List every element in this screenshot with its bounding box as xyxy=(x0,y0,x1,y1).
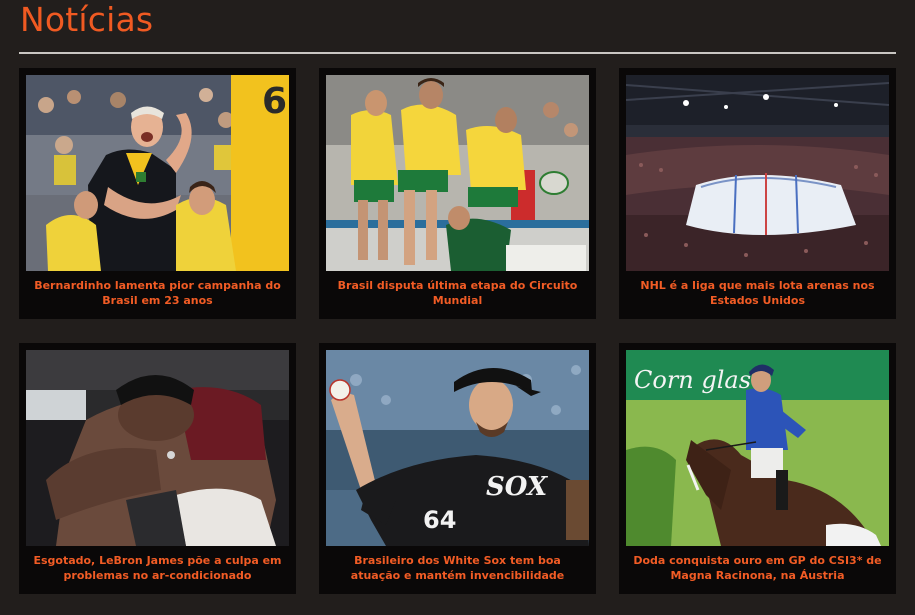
news-headline-link[interactable]: Esgotado, LeBron James põe a culpa em pr… xyxy=(26,553,289,583)
news-headline-link[interactable]: Brasileiro dos White Sox tem boa atuação… xyxy=(326,553,589,583)
hockey-arena-photo[interactable] xyxy=(626,75,889,271)
svg-text:6: 6 xyxy=(262,81,287,122)
news-headline-link[interactable]: Doda conquista ouro em GP do CSI3* de Ma… xyxy=(626,553,889,583)
news-card[interactable]: Brasil disputa última etapa do Circuito … xyxy=(319,68,596,319)
show-jumping-photo[interactable]: Corn glas xyxy=(626,350,889,546)
basketball-player-photo[interactable] xyxy=(26,350,289,546)
sponsor-banner: Corn glas xyxy=(634,366,751,394)
section-title: Notícias xyxy=(20,0,154,39)
jersey-number: 64 xyxy=(423,506,456,534)
news-card[interactable]: NHL é a liga que mais lota arenas nos Es… xyxy=(619,68,896,319)
news-card[interactable]: Esgotado, LeBron James põe a culpa em pr… xyxy=(19,343,296,594)
news-card[interactable]: 6 Bernardinho lamenta pior campanha do B… xyxy=(19,68,296,319)
news-headline-link[interactable]: Brasil disputa última etapa do Circuito … xyxy=(326,278,589,308)
news-headline-link[interactable]: NHL é a liga que mais lota arenas nos Es… xyxy=(626,278,889,308)
volleyball-coach-photo[interactable]: 6 xyxy=(26,75,289,271)
baseball-pitcher-photo[interactable]: SOX 64 xyxy=(326,350,589,546)
team-logo: SOX xyxy=(486,472,549,502)
news-card[interactable]: Corn glas Doda conquista ouro em GP do C… xyxy=(619,343,896,594)
news-card[interactable]: SOX 64 Brasileiro dos White Sox tem boa … xyxy=(319,343,596,594)
news-headline-link[interactable]: Bernardinho lamenta pior campanha do Bra… xyxy=(26,278,289,308)
title-divider xyxy=(19,52,896,54)
news-section: Notícias 6 Bernardinho lamenta pior camp… xyxy=(0,0,915,615)
rugby-sevens-photo[interactable] xyxy=(326,75,589,271)
